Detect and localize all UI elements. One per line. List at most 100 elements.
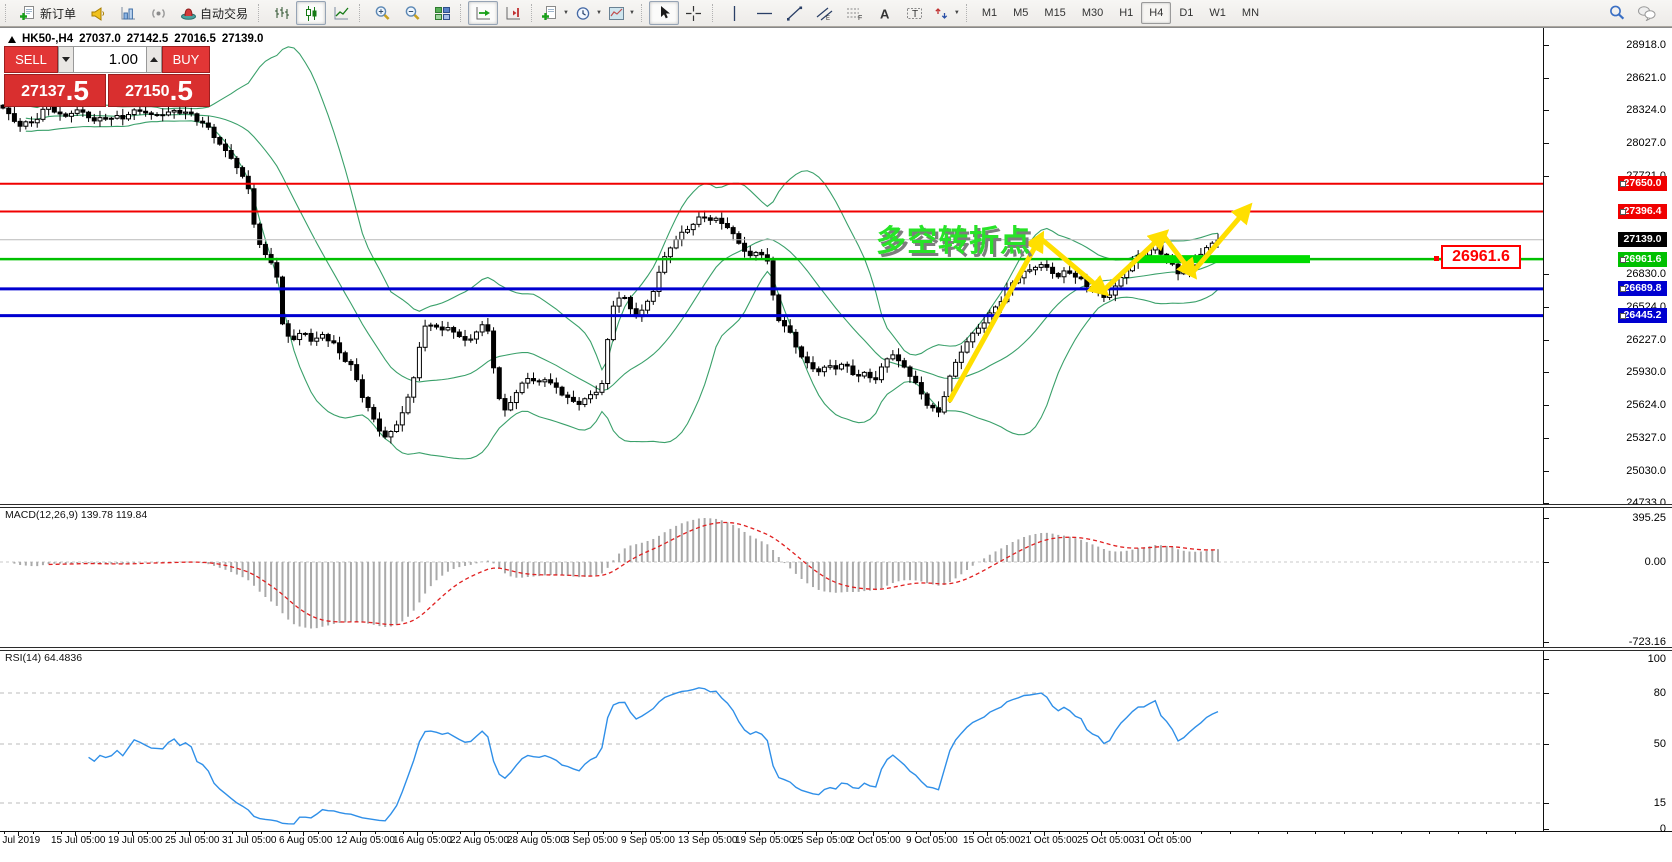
rsi-scale-label: 0 [1659,823,1666,835]
fibonacci-button[interactable]: F [840,1,870,25]
timeframe-d1[interactable]: D1 [1171,2,1201,24]
tile-windows-button[interactable] [427,1,457,25]
price-tick-label: 26830.0 [1626,267,1666,280]
cursor-button[interactable] [648,1,679,25]
ask-price[interactable]: 27150 .5 [108,74,210,107]
time-axis-line[interactable] [0,831,1672,832]
chart-line-button[interactable] [326,1,356,25]
zoom-out-button[interactable] [397,1,427,25]
rsi-layer[interactable] [0,687,1543,825]
timeframe-h1[interactable]: H1 [1111,2,1141,24]
date-tick [75,832,76,836]
date-minor-tick [1258,832,1259,834]
toolbar-handle[interactable] [711,4,717,22]
macd-layer[interactable] [0,518,1543,629]
chart-top-border [0,27,1672,28]
timeframe-m1[interactable]: M1 [974,2,1005,24]
rsi-tick [1543,829,1549,830]
macd-panel-separator[interactable] [0,504,1672,508]
date-minor-tick [232,832,233,834]
timeframe-m5[interactable]: M5 [1005,2,1036,24]
chart-title: HK50-,H4 27037.0 27142.5 27016.5 27139.0 [8,33,263,45]
macd-signal-line [48,521,1219,626]
timeframe-mn[interactable]: MN [1234,2,1267,24]
toolbar-handle[interactable] [640,4,646,22]
date-minor-tick [1372,832,1373,834]
chart-collapse-icon[interactable] [8,35,16,43]
zigzag-arrow [947,230,1045,403]
chevron-down-icon: ▼ [563,10,569,16]
horizontal-line-button[interactable] [750,1,780,25]
date-minor-tick [545,832,547,834]
zoom-in-button[interactable] [367,1,397,25]
new-order-label: 新订单 [40,6,77,21]
price-callout-box[interactable]: 26961.6 [1441,245,1521,269]
date-label: 21 Oct 05:00 [1020,835,1078,846]
new-order-button[interactable]: 新订单 [13,1,83,25]
text-label-button[interactable]: T [900,1,930,25]
rsi-tick [1543,744,1549,745]
date-minor-tick [32,832,34,834]
rsi-panel-separator[interactable] [0,647,1672,651]
svg-text:F: F [858,15,862,21]
timeframe-m15[interactable]: M15 [1036,2,1073,24]
timeframe-w1[interactable]: W1 [1201,2,1234,24]
auto-trading-button[interactable]: 自动交易 [173,1,255,25]
templates-button[interactable]: ▼ [605,1,638,25]
macd-tick [1543,562,1549,563]
date-label: 15 Jul 05:00 [51,835,106,846]
crosshair-icon [686,5,702,21]
timeframe-m30[interactable]: M30 [1074,2,1111,24]
price-axis-line[interactable] [1543,28,1544,831]
date-label: 12 Aug 05:00 [336,835,395,846]
macd-label: MACD(12,26,9) 139.78 119.84 [5,509,148,521]
line-chart-icon [334,6,349,19]
news-button[interactable] [83,1,113,25]
fibonacci-icon: F [847,8,863,21]
svg-text:T: T [912,9,918,20]
chart-candles-button[interactable] [296,1,327,25]
chart-bars-button[interactable] [266,1,296,25]
auto-scroll-button[interactable] [468,1,499,25]
toolbar-handle[interactable] [5,4,10,22]
buy-button[interactable]: BUY [162,46,210,73]
chart-shift-button[interactable] [498,1,528,25]
toolbar-handle[interactable] [460,4,465,22]
crosshair-button[interactable] [679,1,709,25]
volume-input[interactable] [74,46,146,73]
arrows-icon [935,7,948,19]
trendline-button[interactable] [780,1,810,25]
timeframe-h4[interactable]: H4 [1141,2,1172,24]
date-minor-tick [374,832,376,834]
toolbar-handle[interactable] [965,4,971,22]
annotation-text[interactable]: 多空转折点 [876,216,1031,260]
date-tick [816,832,817,836]
toolbar-handle[interactable] [531,4,536,22]
price-tick-label: 25030.0 [1626,464,1666,477]
date-label: 9 Sep 05:00 [621,835,675,846]
date-label: 25 Oct 05:00 [1077,835,1135,846]
indicators-button[interactable]: ▼ [539,1,572,25]
channel-button[interactable]: E [810,1,840,25]
date-minor-tick [1343,832,1345,834]
text-button[interactable]: A [870,1,900,25]
volume-increase-button[interactable] [146,46,162,73]
chart-canvas[interactable] [0,0,1672,862]
bid-price[interactable]: 27137 .5 [4,74,106,107]
chat-button[interactable] [1632,1,1662,25]
search-button[interactable] [1602,1,1632,25]
sell-button[interactable]: SELL [4,46,58,73]
market-button[interactable] [113,1,143,25]
toolbar-handle[interactable] [359,4,364,22]
arrows-button[interactable]: ▼ [930,1,963,25]
periods-button[interactable]: ▼ [572,1,605,25]
date-minor-tick [859,832,860,834]
signals-button[interactable] [143,1,173,25]
date-label: 15 Oct 05:00 [963,835,1021,846]
vertical-line-button[interactable] [720,1,750,25]
toolbar-handle[interactable] [258,4,263,22]
volume-decrease-button[interactable] [58,46,74,73]
main-chart-layer[interactable] [0,46,1543,460]
vertical-line-icon [734,5,736,21]
date-minor-tick [118,832,119,834]
